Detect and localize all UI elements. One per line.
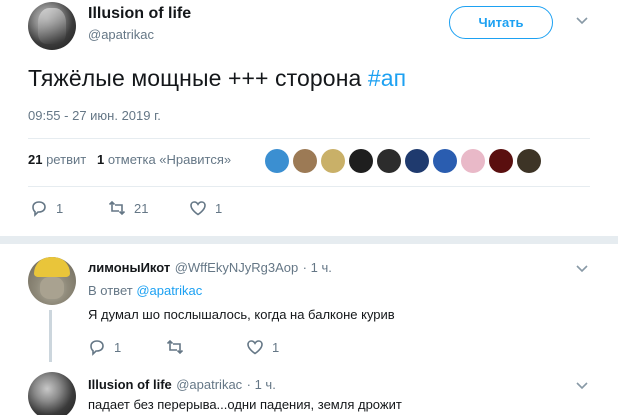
- liker-avatar[interactable]: [405, 149, 429, 173]
- engagement-stats: 21 ретвит 1 отметка «Нравится»: [28, 152, 231, 167]
- retweet-icon: [108, 200, 126, 216]
- in-reply-handle[interactable]: @apatrikac: [136, 283, 202, 298]
- hashtag-link[interactable]: #ап: [368, 65, 406, 91]
- liker-avatar[interactable]: [489, 149, 513, 173]
- like-action[interactable]: 1: [246, 338, 279, 356]
- author-handle[interactable]: @apatrikac: [88, 27, 154, 42]
- retweet-action[interactable]: [166, 338, 184, 356]
- in-reply-to: В ответ @apatrikac: [88, 283, 202, 298]
- retweet-action-count: 21: [134, 200, 149, 216]
- reply-text: Я думал шо послышалось, когда на балконе…: [88, 307, 395, 322]
- tweet-body: Тяжёлые мощные +++ сторона: [28, 65, 368, 91]
- reply-action[interactable]: 1: [30, 199, 63, 217]
- liker-avatar[interactable]: [321, 149, 345, 173]
- divider: [28, 186, 590, 187]
- reply-time[interactable]: · 1 ч.: [247, 377, 276, 392]
- retweet-icon: [166, 339, 184, 355]
- reply-icon: [32, 201, 46, 217]
- liker-avatar[interactable]: [293, 149, 317, 173]
- reply-author-name[interactable]: Illusion of life: [88, 377, 172, 392]
- liker-avatar[interactable]: [349, 149, 373, 173]
- like-count: 1: [272, 339, 280, 355]
- reply-header: Illusion of life @apatrikac · 1 ч.: [88, 376, 276, 394]
- reply-action[interactable]: 1: [88, 338, 121, 356]
- tweet-timestamp[interactable]: 09:55 - 27 июн. 2019 г.: [28, 108, 161, 123]
- reply-author-name[interactable]: лимоныИкот: [88, 260, 170, 275]
- heart-icon: [190, 201, 206, 216]
- liker-avatar[interactable]: [377, 149, 401, 173]
- divider: [28, 138, 590, 139]
- liker-avatar[interactable]: [461, 149, 485, 173]
- reply-author-avatar[interactable]: [28, 257, 76, 305]
- follow-button[interactable]: Читать: [449, 6, 553, 39]
- chevron-down-icon[interactable]: [576, 379, 588, 393]
- reply-header: лимоныИкот @WffEkyNJyRg3Aop · 1 ч.: [88, 259, 332, 277]
- like-action[interactable]: 1: [189, 199, 222, 217]
- in-reply-prefix: В ответ: [88, 283, 137, 298]
- reply-count: 1: [114, 339, 122, 355]
- reply-author-avatar[interactable]: [28, 372, 76, 415]
- author-name[interactable]: Illusion of life: [88, 5, 191, 23]
- reply-icon: [90, 340, 104, 356]
- liker-avatar[interactable]: [433, 149, 457, 173]
- reply-time[interactable]: · 1 ч.: [303, 260, 332, 275]
- reply-text: падает без перерыва...одни падения, земл…: [88, 397, 402, 412]
- liker-avatar[interactable]: [517, 149, 541, 173]
- thread-line: [49, 310, 52, 362]
- reply-author-handle[interactable]: @apatrikac: [176, 377, 242, 392]
- section-separator: [0, 236, 618, 244]
- heart-icon: [247, 340, 263, 355]
- retweet-count[interactable]: 21: [28, 152, 42, 167]
- chevron-down-icon[interactable]: [576, 14, 588, 28]
- liker-avatar[interactable]: [265, 149, 289, 173]
- reply-count: 1: [56, 200, 64, 216]
- like-action-count: 1: [215, 200, 223, 216]
- author-avatar[interactable]: [28, 2, 76, 50]
- retweet-label[interactable]: ретвит: [42, 152, 86, 167]
- reply-author-handle[interactable]: @WffEkyNJyRg3Aop: [175, 260, 299, 275]
- chevron-down-icon[interactable]: [576, 262, 588, 276]
- tweet-text: Тяжёлые мощные +++ сторона #ап: [28, 65, 406, 92]
- like-label[interactable]: отметка «Нравится»: [104, 152, 231, 167]
- retweet-action[interactable]: 21: [108, 199, 148, 217]
